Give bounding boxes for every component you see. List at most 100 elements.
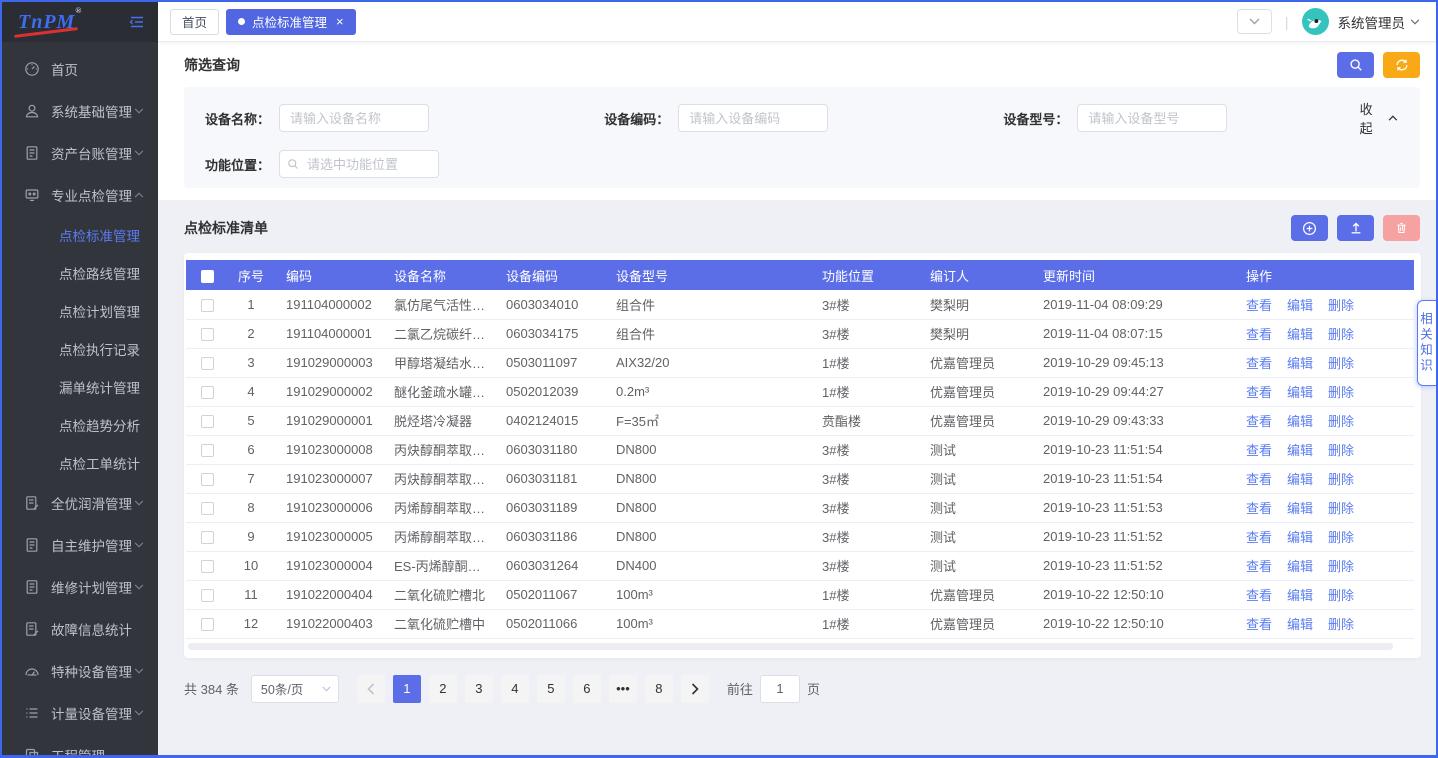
row-checkbox[interactable] (201, 589, 214, 602)
device-model-input[interactable] (1077, 104, 1227, 132)
sidebar-item-5[interactable]: 自主维护管理 (2, 524, 158, 566)
edit-link[interactable]: 编辑 (1287, 443, 1313, 458)
view-link[interactable]: 查看 (1246, 501, 1272, 516)
page-size-select[interactable]: 50条/页 (251, 675, 339, 703)
view-link[interactable]: 查看 (1246, 298, 1272, 313)
sidebar-item-2[interactable]: 资产台账管理 (2, 132, 158, 174)
function-location-input[interactable] (279, 150, 439, 178)
sidebar-item-9[interactable]: 计量设备管理 (2, 692, 158, 734)
page-button-5[interactable]: 5 (537, 675, 565, 703)
page-button-3[interactable]: 3 (465, 675, 493, 703)
edit-link[interactable]: 编辑 (1287, 617, 1313, 632)
sidebar-subitem-3-6[interactable]: 点检工单统计 (2, 444, 158, 482)
row-checkbox[interactable] (201, 386, 214, 399)
next-page-button[interactable] (681, 675, 709, 703)
view-link[interactable]: 查看 (1246, 443, 1272, 458)
search-button[interactable] (1337, 52, 1374, 78)
add-button[interactable] (1291, 215, 1328, 241)
row-checkbox[interactable] (201, 531, 214, 544)
avatar[interactable] (1302, 8, 1329, 35)
user-chevron-down-icon[interactable] (1410, 19, 1420, 25)
sidebar-subitem-3-0[interactable]: 点检标准管理 (2, 216, 158, 254)
row-checkbox[interactable] (201, 415, 214, 428)
edit-link[interactable]: 编辑 (1287, 472, 1313, 487)
upload-button[interactable] (1337, 215, 1374, 241)
edit-link[interactable]: 编辑 (1287, 327, 1313, 342)
edit-link[interactable]: 编辑 (1287, 530, 1313, 545)
delete-link[interactable]: 删除 (1328, 414, 1354, 429)
delete-button[interactable] (1383, 215, 1420, 241)
row-checkbox[interactable] (201, 299, 214, 312)
select-all-checkbox[interactable] (201, 270, 214, 283)
delete-link[interactable]: 删除 (1328, 472, 1354, 487)
user-name[interactable]: 系统管理员 (1338, 12, 1406, 32)
edit-link[interactable]: 编辑 (1287, 414, 1313, 429)
row-checkbox[interactable] (201, 328, 214, 341)
delete-link[interactable]: 删除 (1328, 617, 1354, 632)
sidebar-item-8[interactable]: 特种设备管理 (2, 650, 158, 692)
row-checkbox[interactable] (201, 444, 214, 457)
row-checkbox[interactable] (201, 473, 214, 486)
delete-link[interactable]: 删除 (1328, 530, 1354, 545)
edit-link[interactable]: 编辑 (1287, 559, 1313, 574)
delete-link[interactable]: 删除 (1328, 385, 1354, 400)
related-knowledge-tab[interactable]: 相关知识 (1417, 300, 1436, 386)
row-checkbox[interactable] (201, 618, 214, 631)
page-button-6[interactable]: 6 (573, 675, 601, 703)
tabs-dropdown-button[interactable] (1237, 9, 1272, 34)
sidebar-item-10[interactable]: 工程管理 (2, 734, 158, 755)
sidebar-item-0[interactable]: 首页 (2, 48, 158, 90)
view-link[interactable]: 查看 (1246, 356, 1272, 371)
edit-link[interactable]: 编辑 (1287, 501, 1313, 516)
view-link[interactable]: 查看 (1246, 617, 1272, 632)
row-checkbox[interactable] (201, 357, 214, 370)
sidebar-item-4[interactable]: 全优润滑管理 (2, 482, 158, 524)
page-button-1[interactable]: 1 (393, 675, 421, 703)
sidebar-subitem-3-3[interactable]: 点检执行记录 (2, 330, 158, 368)
delete-link[interactable]: 删除 (1328, 559, 1354, 574)
edit-link[interactable]: 编辑 (1287, 588, 1313, 603)
scrollbar-thumb[interactable] (188, 643, 1393, 650)
page-button-8[interactable]: 8 (645, 675, 673, 703)
delete-link[interactable]: 删除 (1328, 588, 1354, 603)
sidebar-item-1[interactable]: 系统基础管理 (2, 90, 158, 132)
tab-close-icon[interactable]: × (336, 15, 344, 28)
device-code-input[interactable] (678, 104, 828, 132)
sidebar-item-6[interactable]: 维修计划管理 (2, 566, 158, 608)
edit-link[interactable]: 编辑 (1287, 385, 1313, 400)
sidebar-item-7[interactable]: 故障信息统计 (2, 608, 158, 650)
edit-link[interactable]: 编辑 (1287, 356, 1313, 371)
sidebar-subitem-3-5[interactable]: 点检趋势分析 (2, 406, 158, 444)
view-link[interactable]: 查看 (1246, 385, 1272, 400)
device-name-input[interactable] (279, 104, 429, 132)
tab-inspection-standard[interactable]: 点检标准管理 × (226, 9, 356, 35)
refresh-button[interactable] (1383, 52, 1420, 78)
delete-link[interactable]: 删除 (1328, 327, 1354, 342)
tab-home[interactable]: 首页 (170, 9, 219, 35)
view-link[interactable]: 查看 (1246, 559, 1272, 574)
sidebar-item-3[interactable]: 专业点检管理 (2, 174, 158, 216)
prev-page-button[interactable] (357, 675, 385, 703)
horizontal-scrollbar[interactable] (188, 642, 1405, 652)
view-link[interactable]: 查看 (1246, 327, 1272, 342)
sidebar-subitem-3-4[interactable]: 漏单统计管理 (2, 368, 158, 406)
row-checkbox[interactable] (201, 560, 214, 573)
page-button-4[interactable]: 4 (501, 675, 529, 703)
view-link[interactable]: 查看 (1246, 588, 1272, 603)
delete-link[interactable]: 删除 (1328, 443, 1354, 458)
edit-link[interactable]: 编辑 (1287, 298, 1313, 313)
collapse-filters-link[interactable]: 收起 (1360, 99, 1400, 137)
menu-fold-icon[interactable] (128, 13, 146, 31)
pager-ellipsis[interactable]: ••• (609, 675, 637, 703)
view-link[interactable]: 查看 (1246, 472, 1272, 487)
delete-link[interactable]: 删除 (1328, 356, 1354, 371)
delete-link[interactable]: 删除 (1328, 501, 1354, 516)
row-checkbox[interactable] (201, 502, 214, 515)
delete-link[interactable]: 删除 (1328, 298, 1354, 313)
view-link[interactable]: 查看 (1246, 414, 1272, 429)
goto-page-input[interactable] (760, 675, 800, 703)
sidebar-subitem-3-1[interactable]: 点检路线管理 (2, 254, 158, 292)
view-link[interactable]: 查看 (1246, 530, 1272, 545)
sidebar-subitem-3-2[interactable]: 点检计划管理 (2, 292, 158, 330)
page-button-2[interactable]: 2 (429, 675, 457, 703)
